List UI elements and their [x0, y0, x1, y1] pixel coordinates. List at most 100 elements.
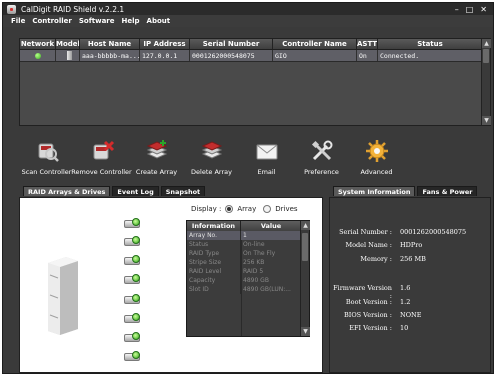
email-label: Email [257, 168, 276, 176]
tab-snapshot[interactable]: Snapshot [160, 186, 206, 196]
scroll-up-icon[interactable]: ▲ [301, 221, 310, 230]
column-controller-name[interactable]: Controller Name [273, 39, 357, 49]
system-information-panel: Serial Number : 0001262000548075 Model N… [329, 197, 491, 373]
drive-icon[interactable] [124, 332, 142, 344]
title-bar: CalDigit RAID Shield v.2.2.1 – □ ✕ [3, 3, 493, 15]
create-array-icon [146, 140, 167, 159]
raid-enclosure-image [48, 257, 78, 335]
info-key: Slot ID [187, 285, 241, 294]
raid-arrays-panel: Display : Array Drives Information Value… [19, 197, 323, 373]
maximize-icon[interactable]: □ [466, 5, 474, 14]
menu-file[interactable]: File [11, 17, 25, 25]
info-key: Stripe Size [187, 258, 241, 267]
bios-version-label: BIOS Version : [343, 311, 392, 319]
remove-controller-icon [93, 140, 114, 160]
display-array-radio[interactable] [225, 205, 234, 213]
bios-version-value: NONE [400, 311, 422, 319]
info-value: On-line [243, 241, 265, 248]
tab-event-log[interactable]: Event Log [112, 186, 159, 196]
astt-cell: On [357, 50, 378, 61]
display-array-label[interactable]: Array [237, 205, 256, 213]
scroll-down-icon[interactable]: ▼ [301, 327, 310, 336]
app-logo-icon [7, 4, 16, 14]
info-value: 1 [243, 232, 247, 239]
boot-version-value: 1.2 [400, 298, 411, 306]
scroll-thumb[interactable] [483, 49, 489, 63]
close-icon[interactable]: ✕ [480, 5, 487, 14]
tab-fans-power[interactable]: Fans & Power [417, 186, 478, 196]
bios-version-row: BIOS Version : NONE [330, 311, 492, 319]
array-info-header: Information Value [187, 221, 301, 231]
advanced-button[interactable]: Advanced [349, 136, 404, 180]
display-drives-radio[interactable] [263, 205, 272, 213]
menu-controller[interactable]: Controller [32, 17, 72, 25]
scan-controller-button[interactable]: Scan Controller [19, 136, 74, 180]
tab-system-information[interactable]: System Information [333, 186, 416, 196]
menu-software[interactable]: Software [79, 17, 115, 25]
drive-icon[interactable] [124, 313, 142, 325]
model-name-label: Model Name : [345, 241, 392, 249]
column-serial-number[interactable]: Serial Number [190, 39, 273, 49]
list-item[interactable]: Array No. 1 [187, 231, 301, 240]
list-item[interactable]: Capacity 4890 GB [187, 276, 301, 285]
model-cell [56, 50, 80, 61]
array-info-table: Information Value Array No. 1 Status On-… [186, 220, 310, 337]
scroll-down-icon[interactable]: ▼ [482, 116, 491, 125]
scan-controller-icon [38, 143, 59, 162]
menu-about[interactable]: About [147, 17, 171, 25]
boot-version-row: Boot Version : 1.2 [330, 298, 492, 306]
advanced-icon [365, 140, 388, 162]
controller-table-scrollbar[interactable]: ▲ ▼ [481, 39, 491, 125]
info-value: 4890 GB [243, 277, 269, 284]
tab-raid-arrays-drives[interactable]: RAID Arrays & Drives [23, 186, 111, 196]
efi-version-value: 10 [400, 324, 409, 332]
list-item[interactable]: Slot ID 4890 GB(LUN:... [187, 285, 301, 294]
column-network[interactable]: Network [20, 39, 56, 49]
remove-controller-button[interactable]: Remove Controller [71, 136, 132, 180]
drive-icon[interactable] [124, 255, 142, 267]
drive-icon[interactable] [124, 294, 142, 306]
create-array-button[interactable]: Create Array [129, 136, 184, 180]
drive-icon[interactable] [124, 351, 142, 363]
advanced-label: Advanced [360, 168, 393, 176]
column-host-name[interactable]: Host Name [80, 39, 140, 49]
host-name-cell: aaa-bbbbb-ma... [82, 50, 140, 61]
delete-array-label: Delete Array [191, 168, 232, 176]
remove-controller-label: Remove Controller [71, 168, 132, 176]
delete-array-button[interactable]: Delete Array [184, 136, 239, 180]
column-value[interactable]: Value [241, 221, 301, 231]
network-cell [20, 50, 56, 61]
serial-number-row: Serial Number : 0001262000548075 [330, 228, 492, 236]
drive-icon[interactable] [124, 274, 142, 286]
menu-help[interactable]: Help [122, 17, 140, 25]
column-status[interactable]: Status [378, 39, 482, 49]
array-info-scrollbar[interactable]: ▲ ▼ [300, 221, 310, 336]
list-item[interactable]: Status On-line [187, 240, 301, 249]
list-item[interactable]: Stripe Size 256 KB [187, 258, 301, 267]
column-astt[interactable]: ASTT [357, 39, 378, 49]
preference-button[interactable]: Preference [294, 136, 349, 180]
model-name-value: HDPro [400, 241, 423, 249]
info-key: RAID Level [187, 267, 241, 276]
column-model[interactable]: Model [56, 39, 80, 49]
minimize-icon[interactable]: – [455, 5, 459, 14]
list-item[interactable]: RAID Type On The Fly [187, 249, 301, 258]
info-value: 4890 GB(LUN:... [243, 286, 291, 293]
info-key: RAID Type [187, 249, 241, 258]
network-status-icon [35, 53, 41, 59]
column-ip-address[interactable]: IP Address [140, 39, 190, 49]
create-array-label: Create Array [135, 168, 178, 176]
email-button[interactable]: Email [239, 136, 294, 180]
column-information[interactable]: Information [187, 221, 241, 231]
list-item[interactable]: RAID Level RAID 5 [187, 267, 301, 276]
scan-controller-label: Scan Controller [21, 168, 72, 176]
info-value: RAID 5 [243, 268, 264, 275]
serial-number-value: 0001262000548075 [400, 228, 467, 236]
scroll-up-icon[interactable]: ▲ [482, 39, 491, 48]
drive-icon[interactable] [124, 218, 142, 230]
table-row[interactable]: aaa-bbbbb-ma... 127.0.0.1 00012620005480… [20, 50, 482, 62]
scroll-thumb[interactable] [302, 233, 308, 261]
display-drives-label[interactable]: Drives [275, 205, 297, 213]
toolbar: Scan Controller Remove Controller Create… [19, 136, 463, 180]
drive-icon[interactable] [124, 236, 142, 248]
